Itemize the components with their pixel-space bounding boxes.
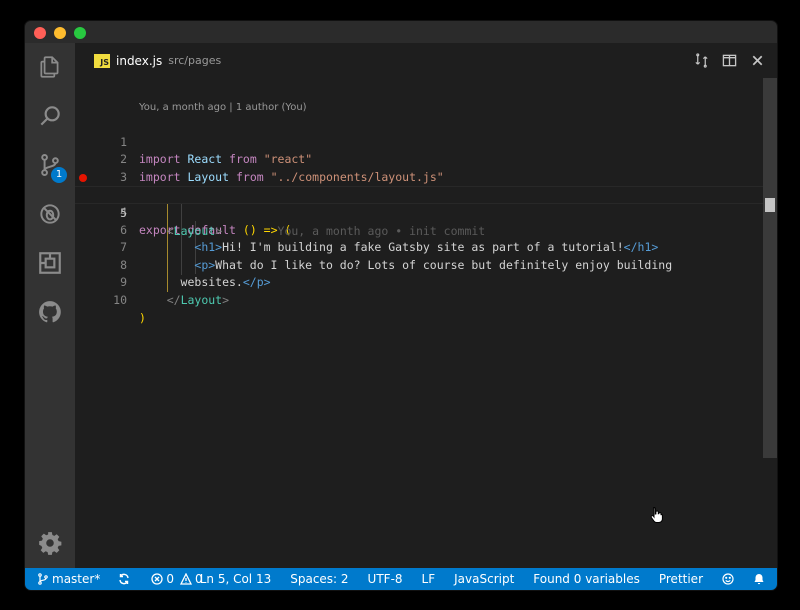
paren: ): [139, 310, 146, 325]
status-right: Ln 5, Col 13 Spaces: 2 UTF-8 LF JavaScri…: [181, 568, 765, 590]
title-bar: [25, 21, 777, 43]
variables-status[interactable]: Found 0 variables: [533, 572, 640, 586]
cursor-position[interactable]: Ln 5, Col 13: [200, 572, 272, 586]
tab-filename: index.js: [116, 53, 163, 68]
extensions-button[interactable]: [25, 241, 75, 285]
gear-icon: [39, 532, 62, 555]
tab-path: src/pages: [168, 54, 222, 67]
debug-icon: [40, 204, 60, 224]
extensions-icon: [39, 252, 61, 274]
scm-badge: 1: [51, 167, 67, 183]
editor-actions: [687, 43, 771, 78]
sync-icon: [119, 573, 130, 585]
code-line: 1 import React from "react": [75, 116, 765, 167]
code-line: 7 <p>What do I like to do? Lots of cours…: [75, 222, 765, 272]
branch-indicator[interactable]: master*: [37, 572, 100, 586]
code-line: 8 websites.</p>: [75, 239, 765, 290]
bell-icon: [754, 574, 764, 585]
code-line: 10 ): [75, 274, 765, 325]
indentation[interactable]: Spaces: 2: [290, 572, 348, 586]
github-button[interactable]: [25, 290, 75, 334]
mouse-hand-cursor-icon: [650, 506, 663, 523]
search-icon: [40, 106, 60, 126]
code-line: 6 <h1>Hi! I'm building a fake Gatsby sit…: [75, 204, 765, 255]
error-count: 0: [166, 572, 174, 586]
status-bar: master* 0 0 Ln 5, Col 13 Spaces: 2 UTF-8…: [25, 568, 777, 590]
minimize-window-button[interactable]: [54, 27, 66, 39]
prettier-status[interactable]: Prettier: [659, 572, 703, 586]
activity-bar: 1: [25, 43, 75, 568]
code-line: 4 export default () => (: [75, 169, 765, 237]
language-mode[interactable]: JavaScript: [454, 572, 514, 586]
tab-index-js[interactable]: JS index.js src/pages: [75, 43, 231, 78]
close-window-button[interactable]: [34, 27, 46, 39]
code-line: 9 </Layout>: [75, 257, 765, 307]
editor-area: JS index.js src/pages You, a month ago |…: [75, 43, 777, 568]
close-icon: [752, 55, 762, 66]
notifications-button[interactable]: [753, 573, 765, 585]
close-editor-button[interactable]: [743, 47, 771, 75]
code-line-active: 5 <Layout> You, a month ago • init commi…: [75, 186, 765, 238]
github-icon: [39, 301, 61, 323]
files-icon: [40, 56, 59, 78]
search-button[interactable]: [25, 94, 75, 138]
code-editor[interactable]: 1 import React from "react" 2 import Lay…: [75, 116, 765, 325]
line-number: 10: [113, 292, 127, 307]
zoom-window-button[interactable]: [74, 27, 86, 39]
smiley-icon: [722, 573, 734, 585]
debug-button[interactable]: [25, 192, 75, 236]
branch-name: master*: [52, 572, 101, 586]
encoding[interactable]: UTF-8: [368, 572, 403, 586]
open-changes-button[interactable]: [687, 47, 715, 75]
vertical-scrollbar[interactable]: [763, 78, 777, 458]
error-icon: [151, 573, 163, 585]
explorer-button[interactable]: [25, 45, 75, 89]
tag-name: Layout: [180, 292, 223, 307]
vscode-window: 1 JS index.js src/pages You, a month ago…: [25, 21, 777, 590]
source-control-button[interactable]: 1: [25, 143, 75, 187]
tag-bracket: >: [222, 292, 230, 307]
sync-button[interactable]: [118, 573, 133, 585]
settings-button[interactable]: [25, 521, 75, 565]
end-of-line[interactable]: LF: [422, 572, 436, 586]
code-text: </Layout>: [139, 292, 229, 310]
git-codelens[interactable]: You, a month ago | 1 author (You): [139, 102, 307, 113]
js-file-icon: JS: [94, 53, 110, 68]
tag-bracket: </: [166, 292, 181, 307]
compare-changes-icon: [694, 53, 708, 68]
split-editor-icon: [722, 54, 736, 67]
feedback-button[interactable]: [722, 573, 734, 585]
code-line: 3: [75, 151, 765, 184]
git-branch-icon: [38, 573, 48, 585]
tab-bar: JS index.js src/pages: [75, 43, 777, 78]
code-line: 2 import Layout from "../components/layo…: [75, 134, 765, 184]
split-editor-button[interactable]: [715, 47, 743, 75]
code-text: ): [139, 310, 146, 328]
breakpoint-dot[interactable]: [79, 173, 87, 182]
scrollbar-cursor-marker: [765, 198, 775, 212]
